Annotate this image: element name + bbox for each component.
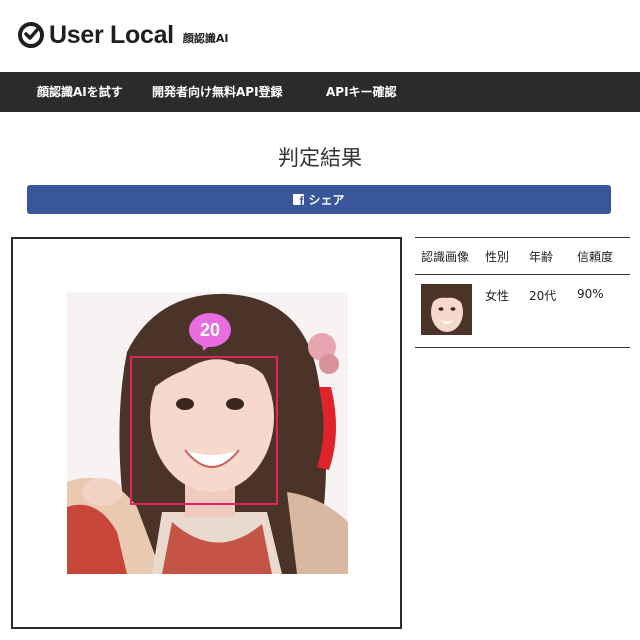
table-row: 女性 20代 90% <box>415 274 630 348</box>
brand-name: User Local <box>49 21 174 49</box>
header-age: 年齢 <box>529 237 577 275</box>
nav-try-face-ai[interactable]: 顔認識AIを試す <box>37 72 123 112</box>
analyzed-image-panel: 20 <box>11 237 402 629</box>
site-header: User Local 顔認識AI <box>0 0 640 72</box>
header-gender: 性別 <box>485 237 529 275</box>
age-value: 20代 <box>529 289 557 303</box>
main-nav: 顔認識AIを試す 開発者向け無料API登録 APIキー確認 <box>0 72 640 112</box>
age-badge: 20 <box>189 313 231 347</box>
result-header-row: 認識画像 性別 年齢 信頼度 <box>415 237 630 275</box>
age-cell: 20代 <box>529 274 577 348</box>
face-thumbnail-cell <box>415 274 485 348</box>
result-table: 認識画像 性別 年齢 信頼度 女性 20代 90% <box>415 237 630 348</box>
facebook-share-button[interactable]: f シェア <box>27 185 611 214</box>
facebook-icon: f <box>293 194 305 205</box>
share-label: シェア <box>308 193 345 207</box>
confidence-value: 90% <box>577 287 604 301</box>
header-confidence: 信頼度 <box>577 237 630 275</box>
logo[interactable]: User Local 顔認識AI <box>18 22 228 48</box>
gender-cell: 女性 <box>485 274 529 348</box>
nav-api-key[interactable]: APIキー確認 <box>326 72 397 112</box>
confidence-cell: 90% <box>577 274 630 348</box>
header-recognized-image: 認識画像 <box>415 237 485 275</box>
face-detection-box <box>130 356 278 505</box>
page-title: 判定結果 <box>278 146 362 170</box>
product-name: 顔認識AI <box>182 32 229 45</box>
userlocal-logo-icon <box>18 22 44 48</box>
face-thumbnail <box>421 284 472 335</box>
nav-api-register[interactable]: 開発者向け無料API登録 <box>152 72 283 112</box>
gender-value: 女性 <box>485 289 510 303</box>
